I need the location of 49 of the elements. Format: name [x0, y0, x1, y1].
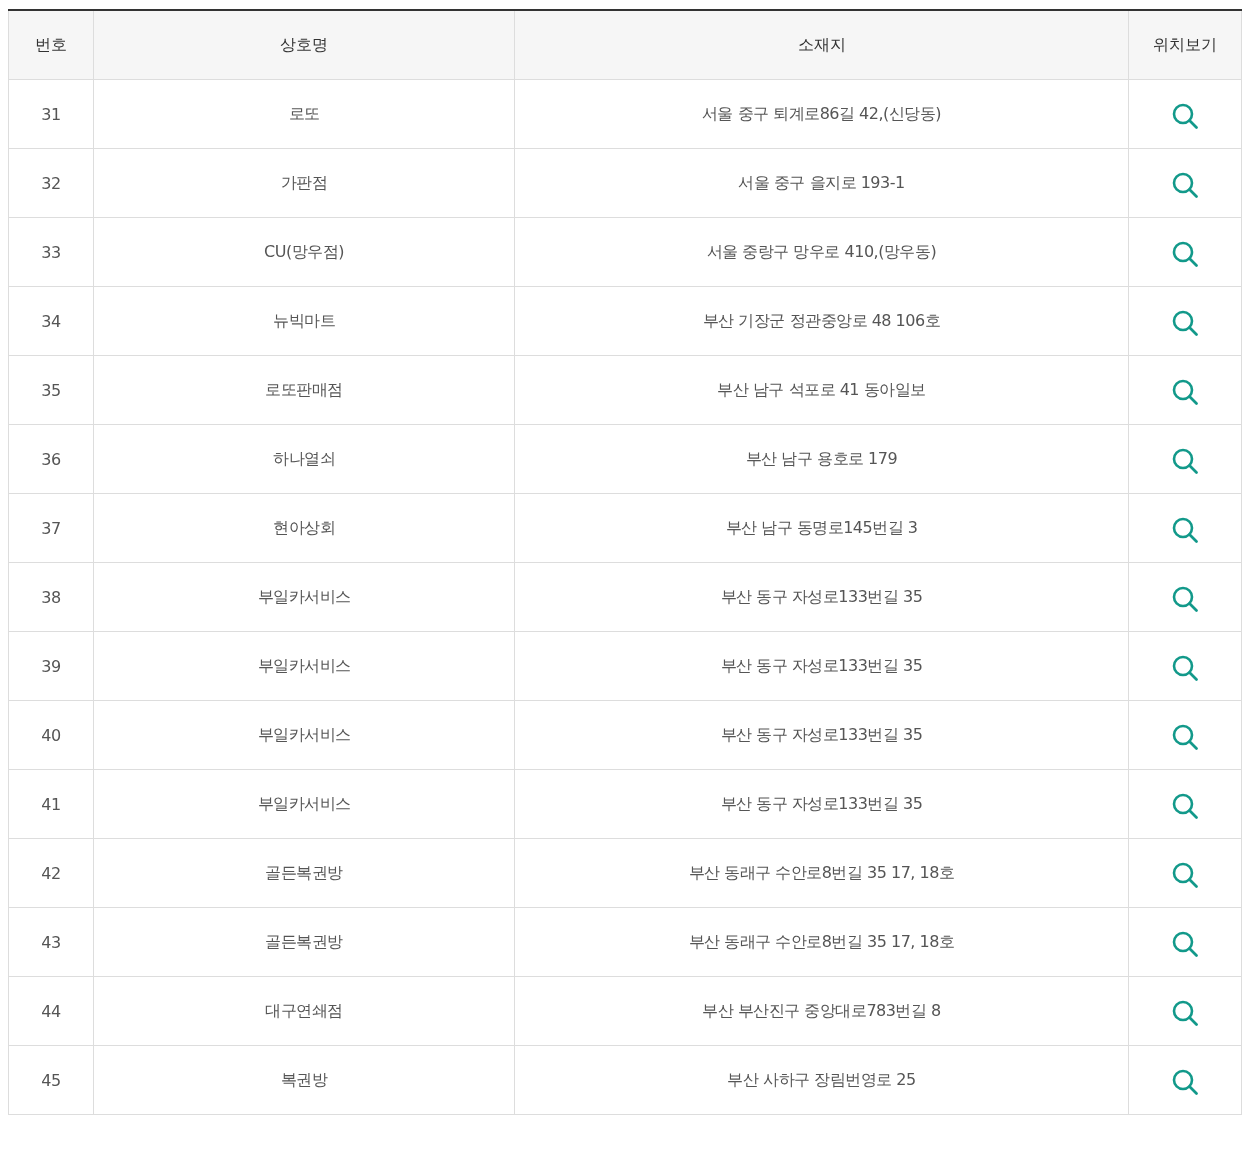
column-header: 번호 — [8, 10, 94, 80]
table-cell: 45 — [8, 1045, 94, 1115]
table-cell: 부산 동구 자성로133번길 35 — [514, 631, 1129, 701]
table-cell: CU(망우점) — [93, 217, 515, 287]
table-cell: 서울 중구 을지로 193-1 — [514, 148, 1129, 218]
table-cell: 37 — [8, 493, 94, 563]
table-cell: 40 — [8, 700, 94, 770]
table-cell: 로또 — [93, 79, 515, 149]
table-cell: 부산 동구 자성로133번길 35 — [514, 769, 1129, 839]
table-cell: 34 — [8, 286, 94, 356]
table-cell: 44 — [8, 976, 94, 1046]
table-cell: 서울 중구 퇴계로86길 42,(신당동) — [514, 79, 1129, 149]
column-header: 위치보기 — [1128, 10, 1242, 80]
table-cell: 33 — [8, 217, 94, 287]
table-cell: 32 — [8, 148, 94, 218]
table-cell: 복권방 — [93, 1045, 515, 1115]
table-cell: 대구연쇄점 — [93, 976, 515, 1046]
table-cell: 부일카서비스 — [93, 769, 515, 839]
table-cell: 골든복권방 — [93, 907, 515, 977]
table-cell: 36 — [8, 424, 94, 494]
table-cell: 부산 사하구 장림번영로 25 — [514, 1045, 1129, 1115]
table-cell: 부산 동구 자성로133번길 35 — [514, 562, 1129, 632]
table-cell: 부일카서비스 — [93, 700, 515, 770]
table-cell: 41 — [8, 769, 94, 839]
table-cell: 현아상회 — [93, 493, 515, 563]
table-cell: 부산 동래구 수안로8번길 35 17, 18호 — [514, 838, 1129, 908]
table-cell: 부일카서비스 — [93, 631, 515, 701]
table-cell: 뉴빅마트 — [93, 286, 515, 356]
table-cell: 부산 부산진구 중앙대로783번길 8 — [514, 976, 1129, 1046]
table-cell: 골든복권방 — [93, 838, 515, 908]
table-cell: 35 — [8, 355, 94, 425]
table-cell: 43 — [8, 907, 94, 977]
table-cell: 부산 기장군 정관중앙로 48 106호 — [514, 286, 1129, 356]
column-header: 상호명 — [93, 10, 515, 80]
table-cell: 부산 동구 자성로133번길 35 — [514, 700, 1129, 770]
table-cell: 로또판매점 — [93, 355, 515, 425]
table-cell: 31 — [8, 79, 94, 149]
table-cell: 39 — [8, 631, 94, 701]
table-cell: 부일카서비스 — [93, 562, 515, 632]
table-cell: 부산 남구 석포로 41 동아일보 — [514, 355, 1129, 425]
column-header: 소재지 — [514, 10, 1129, 80]
table-cell: 38 — [8, 562, 94, 632]
table-cell: 부산 남구 용호로 179 — [514, 424, 1129, 494]
table-cell: 부산 동래구 수안로8번길 35 17, 18호 — [514, 907, 1129, 977]
table-cell: 서울 중랑구 망우로 410,(망우동) — [514, 217, 1129, 287]
table-cell: 가판점 — [93, 148, 515, 218]
table-cell: 42 — [8, 838, 94, 908]
table-cell: 부산 남구 동명로145번길 3 — [514, 493, 1129, 563]
table-cell: 하나열쇠 — [93, 424, 515, 494]
